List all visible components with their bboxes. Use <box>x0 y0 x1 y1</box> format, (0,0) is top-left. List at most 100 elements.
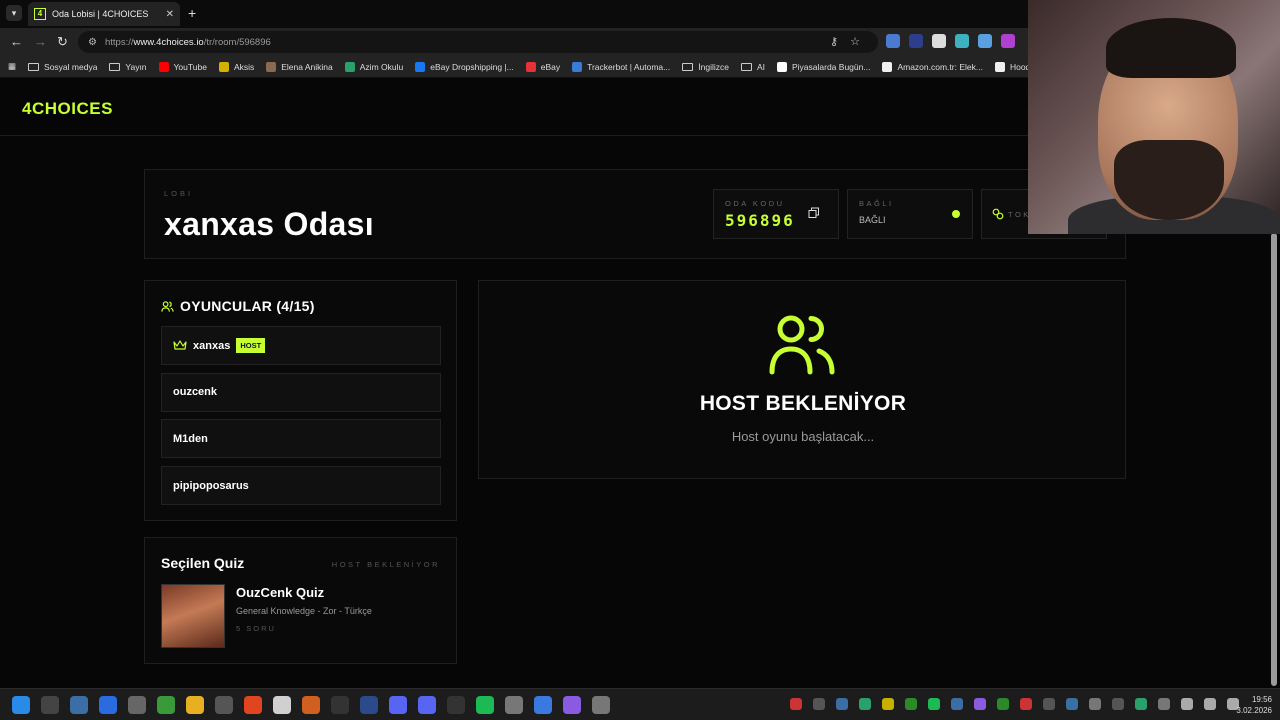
browser-tab-active[interactable]: 4 Oda Lobisi | 4CHOICES ✕ <box>28 2 180 26</box>
tray-icon[interactable] <box>882 698 894 710</box>
translate-extension-icon[interactable] <box>886 34 900 48</box>
bookmark-favicon-icon <box>525 61 536 72</box>
link-icon <box>992 208 1004 220</box>
bookmark-item[interactable]: YouTube <box>158 61 207 72</box>
tab-search-button[interactable]: ▾ <box>6 5 22 21</box>
apps-grid-icon[interactable]: ▦ <box>8 61 16 72</box>
tray-icon[interactable] <box>1158 698 1170 710</box>
tray-icon[interactable] <box>1089 698 1101 710</box>
waiting-heading: HOST BEKLENİYOR <box>699 392 907 415</box>
file-explorer-icon[interactable] <box>186 696 204 714</box>
selected-quiz-panel: Seçilen Quiz HOST BEKLENİYOR OuzCenk Qui… <box>144 537 457 664</box>
url-text: https://www.4choices.io/tr/room/596896 <box>104 36 271 48</box>
bookmark-item[interactable]: Trackerbot | Automa... <box>572 61 670 72</box>
webcam-overlay <box>1028 0 1280 234</box>
connection-label: BAĞLI <box>859 199 894 208</box>
room-code-label: ODA KODU <box>725 199 785 208</box>
extension-icon[interactable] <box>1001 34 1015 48</box>
tab-title: Oda Lobisi | 4CHOICES <box>52 9 149 19</box>
extension-icon[interactable] <box>909 34 923 48</box>
chrome-icon[interactable] <box>273 696 291 714</box>
tray-icon[interactable] <box>928 698 940 710</box>
scrollbar-thumb[interactable] <box>1271 233 1277 686</box>
address-bar[interactable]: ⚙ https://www.4choices.io/tr/room/596896 <box>78 31 878 53</box>
lobby-header-card: LOBI xanxas Odası ODA KODU 596896 BAĞLI … <box>144 169 1126 259</box>
bookmark-item[interactable]: eBay Dropshipping |... <box>415 61 514 72</box>
bookmark-star-icon[interactable]: ☆ <box>850 35 860 48</box>
quiz-question-count: 5 SORU <box>236 624 276 633</box>
app-icon[interactable] <box>157 696 175 714</box>
forward-icon[interactable]: → <box>34 34 47 49</box>
tray-icon[interactable] <box>1066 698 1078 710</box>
app-icon[interactable] <box>534 696 552 714</box>
app-icon[interactable] <box>447 696 465 714</box>
tray-icon[interactable] <box>1112 698 1124 710</box>
bookmark-item[interactable]: Elena Anikina <box>266 61 333 72</box>
password-key-icon[interactable]: ⚷ <box>830 35 838 48</box>
app-icon[interactable] <box>302 696 320 714</box>
system-clock[interactable]: 19:56 3.02.2026 <box>1228 694 1272 716</box>
folder-icon <box>28 62 40 71</box>
task-view-icon[interactable] <box>70 696 88 714</box>
extension-icon[interactable] <box>978 34 992 48</box>
spotify-icon[interactable] <box>476 696 494 714</box>
bookmark-item[interactable]: Azim Okulu <box>344 61 403 72</box>
quiz-status: HOST BEKLENİYOR <box>331 560 440 569</box>
bookmark-item[interactable]: İngilizce <box>682 62 729 72</box>
users-icon <box>161 300 174 312</box>
connection-value: BAĞLI <box>859 215 886 225</box>
copy-icon[interactable] <box>808 207 820 219</box>
extension-icon[interactable] <box>932 34 946 48</box>
site-logo[interactable]: 4CHOICES <box>22 99 113 119</box>
player-name: pipipoposarus <box>173 479 249 492</box>
app-icon[interactable] <box>505 696 523 714</box>
app-icon[interactable] <box>592 696 610 714</box>
search-icon[interactable] <box>41 696 59 714</box>
tray-icon[interactable] <box>1043 698 1055 710</box>
bookmark-favicon-icon <box>994 61 1005 72</box>
app-icon[interactable] <box>128 696 146 714</box>
bookmark-item[interactable]: Piyasalarda Bugün... <box>777 61 870 72</box>
extension-icon[interactable] <box>955 34 969 48</box>
back-icon[interactable]: ← <box>10 34 23 49</box>
discord-icon[interactable] <box>418 696 436 714</box>
tray-icon[interactable] <box>813 698 825 710</box>
tray-icon[interactable] <box>905 698 917 710</box>
tray-icon[interactable] <box>790 698 802 710</box>
close-tab-icon[interactable]: ✕ <box>166 9 174 20</box>
tray-icon[interactable] <box>859 698 871 710</box>
quiz-thumbnail <box>161 584 225 648</box>
bookmark-item[interactable]: Sosyal medya <box>28 62 97 72</box>
bookmark-item[interactable]: AI <box>740 61 765 72</box>
tray-icon[interactable] <box>1204 698 1216 710</box>
app-icon[interactable] <box>563 696 581 714</box>
bookmark-label: AI <box>756 61 765 72</box>
bookmark-item[interactable]: eBay <box>525 61 561 72</box>
tray-icon[interactable] <box>1020 698 1032 710</box>
new-tab-button[interactable]: + <box>188 5 196 21</box>
tray-icon[interactable] <box>997 698 1009 710</box>
bookmark-item[interactable]: Yayın <box>109 62 147 72</box>
tray-icon[interactable] <box>1181 698 1193 710</box>
tray-icon[interactable] <box>1135 698 1147 710</box>
store-icon[interactable] <box>215 696 233 714</box>
selected-quiz-heading: Seçilen Quiz <box>161 555 245 571</box>
reload-icon[interactable]: ↻ <box>57 34 68 50</box>
brave-icon[interactable] <box>244 696 262 714</box>
tray-icon[interactable] <box>836 698 848 710</box>
app-icon[interactable] <box>389 696 407 714</box>
page-scrollbar[interactable] <box>1270 233 1278 686</box>
bookmark-item[interactable]: Amazon.com.tr: Elek... <box>882 61 983 72</box>
bookmark-item[interactable]: Aksis <box>218 61 254 72</box>
tray-icon[interactable] <box>974 698 986 710</box>
bookmark-favicon-icon <box>218 61 229 72</box>
site-info-icon[interactable]: ⚙ <box>88 37 97 48</box>
room-code-value: 596896 <box>725 211 795 230</box>
bookmark-label: eBay <box>540 61 561 72</box>
app-icon[interactable] <box>99 696 117 714</box>
tray-icon[interactable] <box>951 698 963 710</box>
start-icon[interactable] <box>12 696 30 714</box>
bookmark-label: eBay Dropshipping |... <box>430 61 514 72</box>
steam-icon[interactable] <box>360 696 378 714</box>
epic-games-icon[interactable] <box>331 696 349 714</box>
